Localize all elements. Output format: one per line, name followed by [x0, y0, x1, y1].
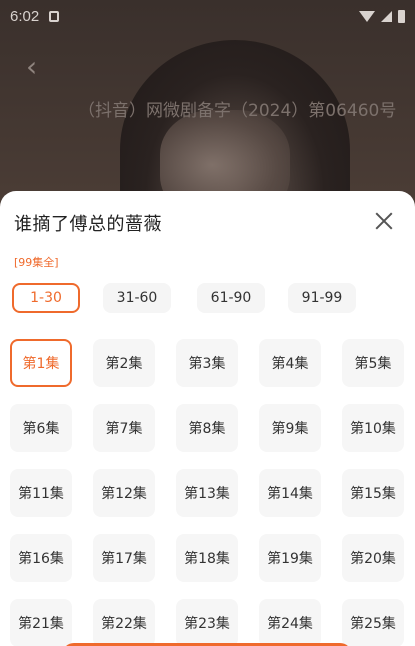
status-icons: [359, 9, 405, 23]
license-text: （抖音）网微剧备字（2024）第06460号: [78, 101, 397, 121]
range-tab[interactable]: 91-99: [288, 283, 356, 313]
episode-item[interactable]: 第13集: [176, 469, 238, 517]
episode-item[interactable]: 第24集: [259, 599, 321, 646]
episode-item[interactable]: 第12集: [93, 469, 155, 517]
close-icon[interactable]: [374, 211, 394, 231]
episode-item[interactable]: 第23集: [176, 599, 238, 646]
episode-item[interactable]: 第14集: [259, 469, 321, 517]
episode-item[interactable]: 第8集: [176, 404, 238, 452]
episode-item[interactable]: 第20集: [342, 534, 404, 582]
episode-item[interactable]: 第16集: [10, 534, 72, 582]
drama-title: 谁摘了傅总的蔷薇: [14, 214, 162, 235]
status-bar: 6:02: [0, 0, 415, 32]
episode-item[interactable]: 第17集: [93, 534, 155, 582]
episode-item[interactable]: 第11集: [10, 469, 72, 517]
signal-icon: [381, 10, 392, 22]
back-icon[interactable]: ‹: [26, 53, 42, 81]
episode-range-tabs: 1-30 31-60 61-90 91-99: [12, 283, 412, 313]
range-tab[interactable]: 1-30: [12, 283, 80, 313]
episode-item[interactable]: 第22集: [93, 599, 155, 646]
episode-item[interactable]: 第18集: [176, 534, 238, 582]
episode-item[interactable]: 第19集: [259, 534, 321, 582]
episode-item[interactable]: 第7集: [93, 404, 155, 452]
episode-item[interactable]: 第1集: [10, 339, 72, 387]
episode-item[interactable]: 第10集: [342, 404, 404, 452]
total-episodes-badge: [99集全]: [14, 256, 59, 269]
notification-icon: [49, 10, 60, 22]
episode-item[interactable]: 第9集: [259, 404, 321, 452]
episode-item[interactable]: 第25集: [342, 599, 404, 646]
episode-item[interactable]: 第21集: [10, 599, 72, 646]
battery-icon: [398, 9, 405, 23]
episode-item[interactable]: 第6集: [10, 404, 72, 452]
episode-item[interactable]: 第2集: [93, 339, 155, 387]
range-tab[interactable]: 61-90: [197, 283, 265, 313]
wifi-icon: [359, 10, 375, 22]
episode-item[interactable]: 第4集: [259, 339, 321, 387]
range-tab[interactable]: 31-60: [103, 283, 171, 313]
status-time: 6:02: [10, 7, 40, 25]
episode-item[interactable]: 第15集: [342, 469, 404, 517]
episode-item[interactable]: 第3集: [176, 339, 238, 387]
episode-item[interactable]: 第5集: [342, 339, 404, 387]
episode-sheet: 谁摘了傅总的蔷薇 [99集全] 1-30 31-60 61-90 91-99 第…: [0, 191, 415, 646]
